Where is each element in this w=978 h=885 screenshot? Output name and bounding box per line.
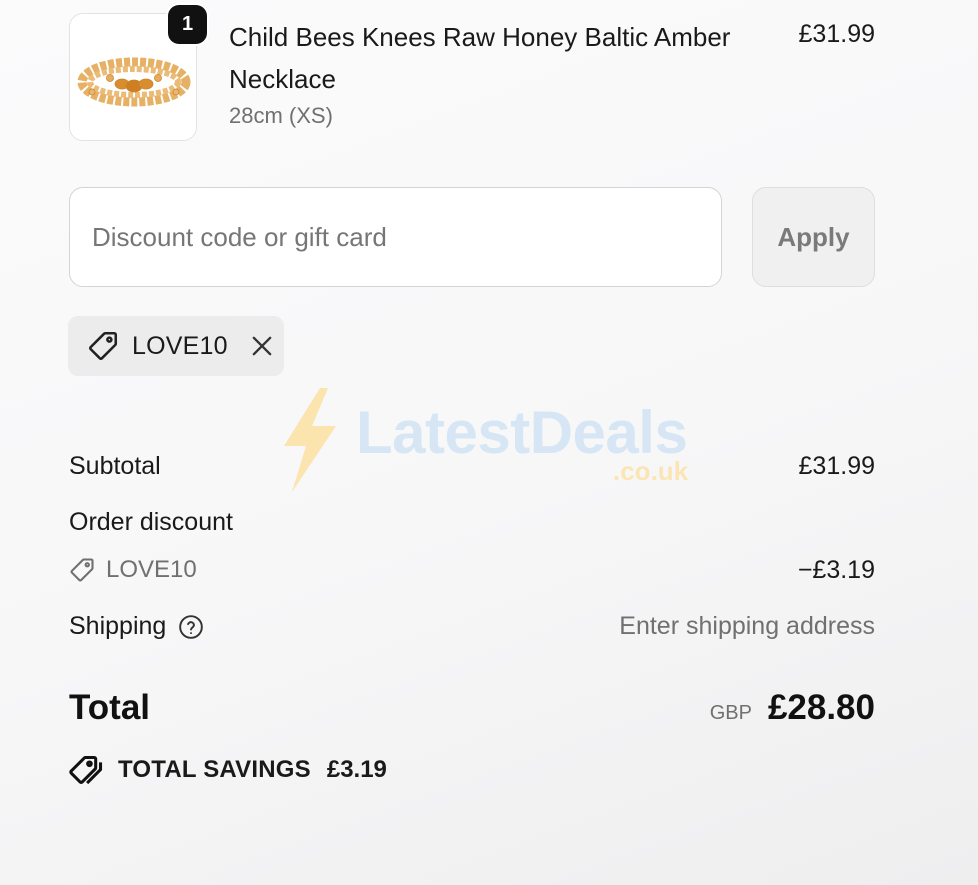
savings-tag-icon — [68, 753, 104, 787]
order-discount-code: LOVE10 — [106, 556, 197, 583]
lightning-bolt-icon — [284, 388, 336, 492]
apply-button[interactable]: Apply — [752, 187, 875, 287]
product-name: Child Bees Knees Raw Honey Baltic Amber … — [229, 22, 731, 94]
applied-discount-chip: LOVE10 — [68, 316, 284, 376]
shipping-label: Shipping — [69, 612, 167, 640]
watermark-text: LatestDeals — [356, 399, 688, 466]
quantity-badge: 1 — [168, 5, 207, 44]
total-savings-value: £3.19 — [326, 756, 387, 783]
order-discount-code-row: LOVE10 — [68, 556, 197, 584]
tag-icon — [68, 556, 96, 584]
discount-code-input[interactable] — [69, 187, 722, 287]
product-price: £31.99 — [798, 20, 875, 48]
total-amount-group: GBP £28.80 — [710, 688, 875, 728]
total-value: £28.80 — [767, 688, 875, 727]
product-variant: 28cm (XS) — [229, 103, 333, 128]
subtotal-label: Subtotal — [69, 452, 161, 480]
total-savings-label: TOTAL SAVINGS — [118, 756, 311, 783]
close-icon[interactable] — [248, 332, 276, 360]
shipping-value: Enter shipping address — [619, 612, 875, 640]
order-discount-value: −£3.19 — [797, 556, 875, 584]
total-label: Total — [69, 688, 151, 727]
applied-discount-code: LOVE10 — [132, 331, 228, 360]
currency-code: GBP — [709, 702, 752, 724]
shipping-row: Shipping — [69, 612, 204, 641]
total-savings-row: TOTAL SAVINGS £3.19 — [68, 753, 387, 787]
tag-icon — [86, 329, 120, 363]
subtotal-value: £31.99 — [798, 452, 875, 480]
watermark-subtext: .co.uk — [613, 456, 689, 486]
help-circle-icon[interactable] — [178, 614, 204, 640]
order-discount-label: Order discount — [69, 508, 233, 536]
watermark: LatestDeals .co.uk — [278, 388, 708, 498]
